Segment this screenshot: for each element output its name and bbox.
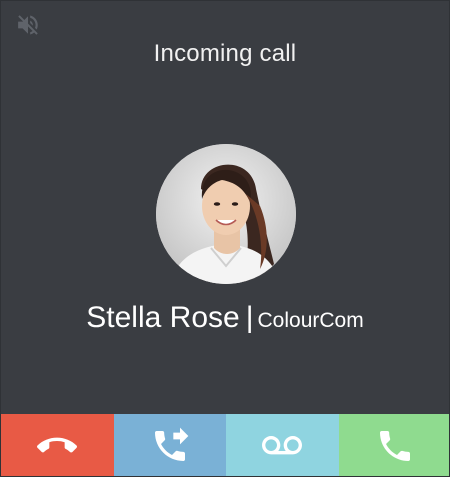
voicemail-icon — [262, 436, 303, 455]
hang-up-icon — [37, 437, 78, 453]
call-status-title: Incoming call — [153, 40, 297, 67]
answer-button[interactable] — [338, 414, 449, 476]
phone-icon — [379, 431, 410, 461]
decline-button[interactable] — [1, 414, 114, 476]
caller-avatar — [156, 144, 296, 284]
call-actions-bar — [1, 414, 449, 476]
caller-info: Stella Rose | ColourCom — [1, 301, 449, 335]
transfer-button[interactable] — [113, 414, 226, 476]
call-transfer-icon — [154, 427, 189, 461]
caller-name: Stella Rose — [86, 301, 240, 334]
speaker-muted-icon[interactable] — [15, 12, 41, 38]
voicemail-button[interactable] — [226, 414, 339, 476]
caller-company: ColourCom — [257, 309, 364, 332]
caller-separator: | — [245, 301, 254, 334]
incoming-call-screen: Incoming call Stella Rose | ColourCom — [0, 0, 450, 477]
